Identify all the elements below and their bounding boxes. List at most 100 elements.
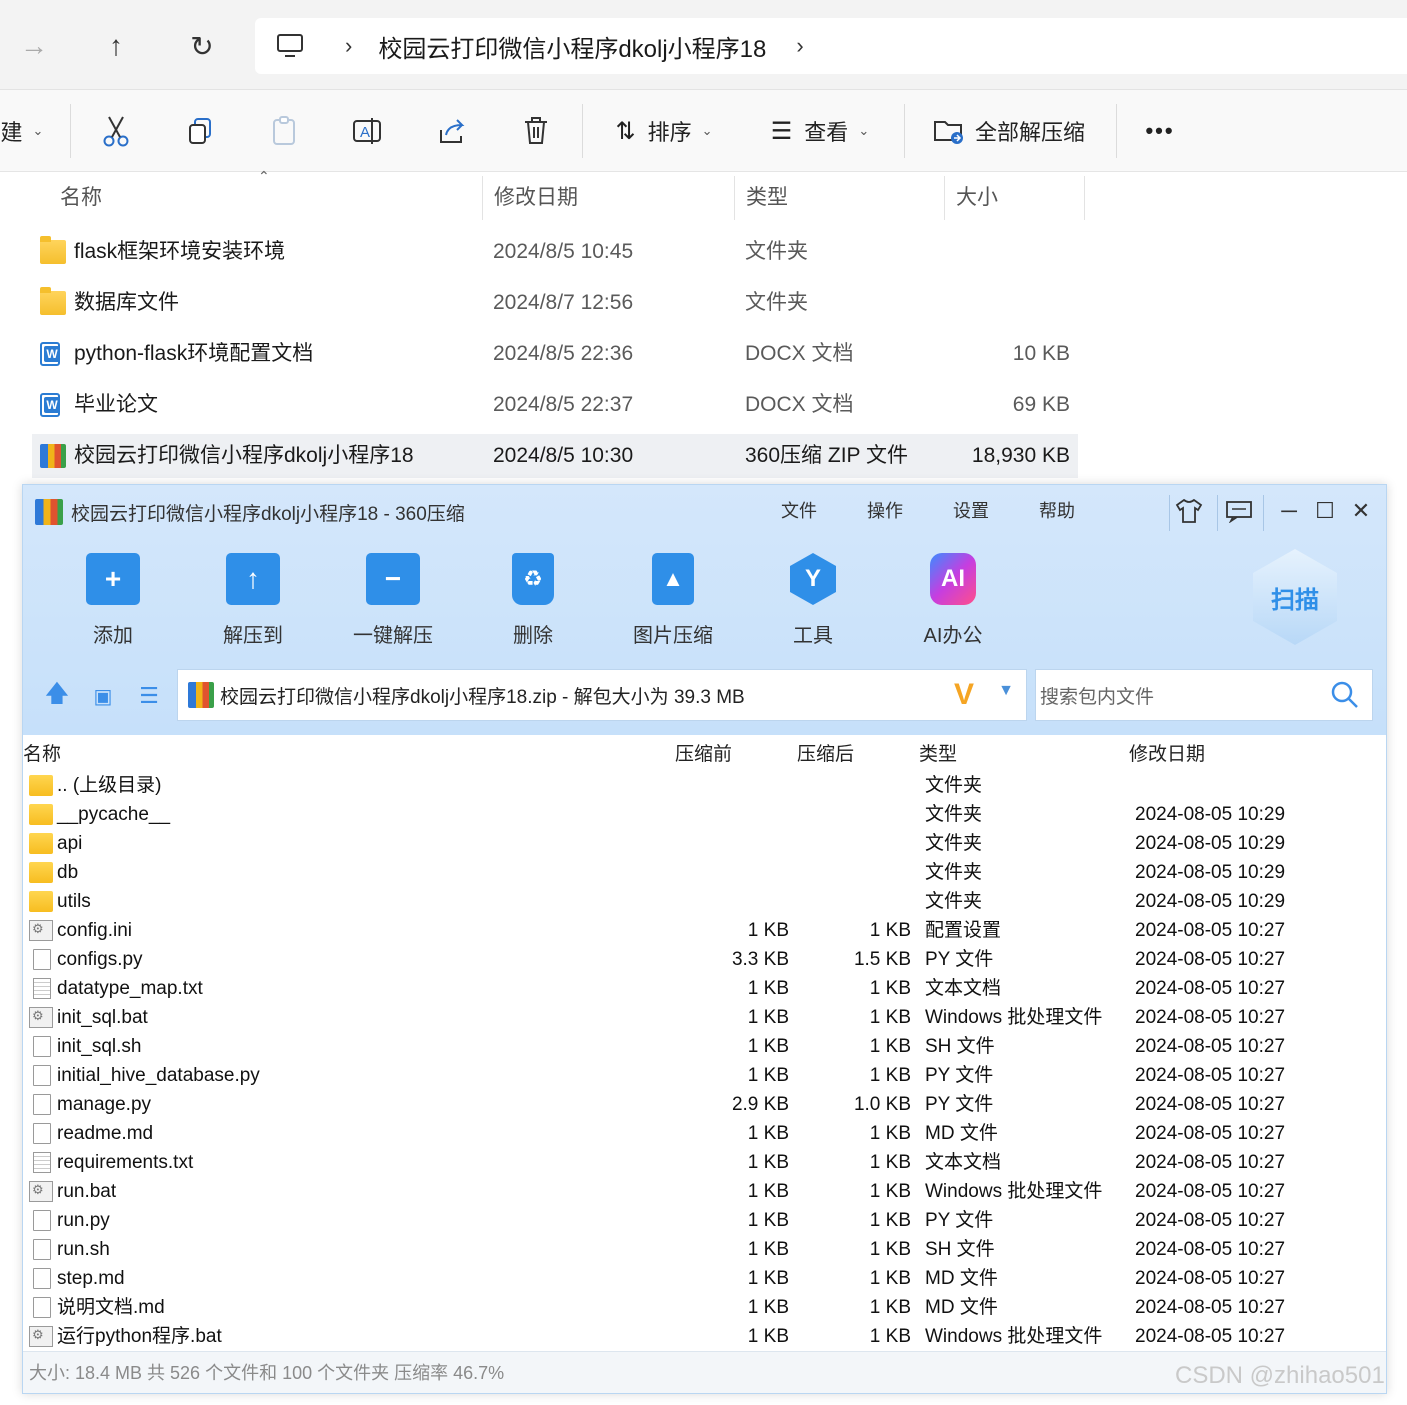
column-name[interactable]: 名称 bbox=[60, 172, 102, 220]
archive-row[interactable]: configs.py 3.3 KB 1.5 KB PY 文件 2024-08-05 10… bbox=[23, 945, 1386, 974]
one-click-extract-button[interactable]: − 一键解压 bbox=[333, 553, 453, 649]
archive-row[interactable]: readme.md 1 KB 1 KB MD 文件 2024-08-05 10:27 bbox=[23, 1119, 1386, 1148]
column-divider[interactable] bbox=[482, 176, 483, 220]
archive-row[interactable]: datatype_map.txt 1 KB 1 KB 文本文档 2024-08-05 1… bbox=[23, 974, 1386, 1003]
feedback-button[interactable] bbox=[1221, 493, 1257, 529]
archive-row[interactable]: db 文件夹 2024-08-05 10:29 bbox=[23, 858, 1386, 887]
column-type[interactable]: 类型 bbox=[746, 172, 788, 220]
file-name: 毕业论文 bbox=[74, 393, 158, 416]
archive-row[interactable]: 运行python程序.bat 1 KB 1 KB Windows 批处理文件 2024-… bbox=[23, 1322, 1386, 1351]
copy-button[interactable] bbox=[178, 108, 222, 154]
column-after[interactable]: 压缩后 bbox=[797, 739, 854, 766]
breadcrumb-folder[interactable]: 校园云打印微信小程序dkolj小程序18 bbox=[378, 29, 766, 64]
refresh-button[interactable]: ↻ bbox=[178, 22, 226, 70]
search-icon[interactable] bbox=[1330, 680, 1360, 710]
archive-name: datatype_map.txt bbox=[57, 978, 203, 999]
rename-button[interactable]: A bbox=[346, 108, 390, 154]
file-row[interactable]: python-flask环境配置文档 2024/8/5 22:36 DOCX 文… bbox=[32, 332, 1078, 376]
archive-type: Windows 批处理文件 bbox=[925, 1181, 1103, 1202]
minimize-button[interactable]: ─ bbox=[1271, 493, 1307, 529]
column-size[interactable]: 大小 bbox=[956, 172, 998, 220]
archive-row[interactable]: run.bat 1 KB 1 KB Windows 批处理文件 2024-08-05 1… bbox=[23, 1177, 1386, 1206]
up-button[interactable]: ↑ bbox=[92, 22, 140, 70]
archive-modified: 2024-08-05 10:27 bbox=[1135, 1123, 1286, 1144]
tools-button[interactable]: Y 工具 bbox=[753, 553, 873, 649]
archive-path-field[interactable]: 校园云打印微信小程序dkolj小程序18.zip - 解包大小为 39.3 MB… bbox=[177, 669, 1027, 721]
search-input[interactable]: 搜索包内文件 bbox=[1035, 669, 1373, 721]
archive-row[interactable]: init_sql.bat 1 KB 1 KB Windows 批处理文件 2024-08… bbox=[23, 1003, 1386, 1032]
chevron-right-icon[interactable]: › bbox=[345, 33, 352, 59]
sort-button[interactable]: ⇅ 排序 ⌄ bbox=[608, 108, 720, 154]
archive-name: __pycache__ bbox=[57, 804, 171, 825]
image-compress-icon: ▲ bbox=[652, 553, 694, 605]
more-options-button[interactable]: ••• bbox=[1138, 108, 1182, 154]
archive-type: PY 文件 bbox=[925, 1210, 994, 1231]
column-divider[interactable] bbox=[944, 176, 945, 220]
archive-row[interactable]: utils 文件夹 2024-08-05 10:29 bbox=[23, 887, 1386, 916]
new-button[interactable]: 建 ⌄ bbox=[0, 108, 44, 154]
column-divider[interactable] bbox=[734, 176, 735, 220]
menu-file[interactable]: 文件 bbox=[781, 497, 817, 523]
archive-row[interactable]: init_sql.sh 1 KB 1 KB SH 文件 2024-08-05 10:27 bbox=[23, 1032, 1386, 1061]
divider bbox=[1116, 104, 1117, 158]
new-label: 建 bbox=[0, 120, 23, 145]
column-modified[interactable]: 修改日期 bbox=[494, 172, 578, 220]
share-button[interactable] bbox=[430, 108, 474, 154]
close-button[interactable]: ✕ bbox=[1343, 493, 1379, 529]
menu-settings[interactable]: 设置 bbox=[953, 497, 989, 523]
column-modified[interactable]: 修改日期 bbox=[1129, 739, 1205, 766]
maximize-button[interactable]: ☐ bbox=[1307, 493, 1343, 529]
add-icon: + bbox=[86, 553, 140, 605]
archive-row[interactable]: step.md 1 KB 1 KB MD 文件 2024-08-05 10:27 bbox=[23, 1264, 1386, 1293]
archive-name: initial_hive_database.py bbox=[57, 1065, 260, 1086]
archive-name: requirements.txt bbox=[57, 1152, 194, 1173]
extract-to-button[interactable]: ↑ 解压到 bbox=[193, 553, 313, 649]
file-row-selected[interactable]: 校园云打印微信小程序dkolj小程序18 2024/8/5 10:30 360压… bbox=[32, 434, 1078, 478]
archive-row[interactable]: run.sh 1 KB 1 KB SH 文件 2024-08-05 10:27 bbox=[23, 1235, 1386, 1264]
archive-name: 运行python程序.bat bbox=[57, 1326, 222, 1347]
archive-row[interactable]: initial_hive_database.py 1 KB 1 KB PY 文件 202… bbox=[23, 1061, 1386, 1090]
file-modified: 2024/8/5 10:45 bbox=[493, 240, 634, 263]
address-box[interactable]: › 校园云打印微信小程序dkolj小程序18 › bbox=[255, 18, 1407, 74]
archive-row[interactable]: .. (上级目录) 文件夹 bbox=[23, 771, 1386, 800]
column-name[interactable]: 名称 bbox=[23, 739, 61, 766]
scan-button[interactable]: 扫描 bbox=[1253, 549, 1337, 645]
skin-button[interactable] bbox=[1171, 493, 1207, 529]
file-row[interactable]: 毕业论文 2024/8/5 22:37 DOCX 文档 69 KB bbox=[32, 383, 1078, 427]
menu-help[interactable]: 帮助 bbox=[1039, 497, 1075, 523]
word-doc-icon bbox=[40, 393, 60, 417]
archive-row[interactable]: run.py 1 KB 1 KB PY 文件 2024-08-05 10:27 bbox=[23, 1206, 1386, 1235]
archive-row[interactable]: __pycache__ 文件夹 2024-08-05 10:29 bbox=[23, 800, 1386, 829]
archive-row[interactable]: 说明文档.md 1 KB 1 KB MD 文件 2024-08-05 10:27 bbox=[23, 1293, 1386, 1322]
add-button[interactable]: + 添加 bbox=[53, 553, 173, 649]
list-view-icon[interactable]: ☰ bbox=[135, 683, 163, 709]
thumbnail-view-icon[interactable]: ▣ bbox=[89, 683, 117, 709]
forward-button[interactable]: → bbox=[10, 22, 58, 70]
archive-size-before: 1 KB bbox=[747, 1065, 789, 1086]
image-compress-button[interactable]: ▲ 图片压缩 bbox=[613, 553, 733, 649]
delete-button[interactable] bbox=[514, 108, 558, 154]
archive-row[interactable]: manage.py 2.9 KB 1.0 KB PY 文件 2024-08-05 10:… bbox=[23, 1090, 1386, 1119]
cut-button[interactable] bbox=[94, 108, 138, 154]
archive-size-after: 1 KB bbox=[869, 1239, 911, 1260]
divider bbox=[904, 104, 905, 158]
file-row[interactable]: flask框架环境安装环境 2024/8/5 10:45 文件夹 bbox=[32, 230, 1078, 274]
chevron-right-icon[interactable]: › bbox=[796, 33, 803, 59]
extract-all-button[interactable]: 全部解压缩 bbox=[932, 108, 1086, 154]
paste-button[interactable] bbox=[262, 108, 306, 154]
delete-button[interactable]: ♻ 删除 bbox=[473, 553, 593, 649]
menu-operate[interactable]: 操作 bbox=[867, 497, 903, 523]
column-divider[interactable] bbox=[1084, 176, 1085, 220]
up-level-icon[interactable]: 🡅 bbox=[43, 680, 71, 709]
archive-row[interactable]: config.ini 1 KB 1 KB 配置设置 2024-08-05 10:27 bbox=[23, 916, 1386, 945]
message-icon bbox=[1226, 501, 1252, 523]
view-button[interactable]: ☰ 查看 ⌄ bbox=[764, 108, 876, 154]
archive-row[interactable]: requirements.txt 1 KB 1 KB 文本文档 2024-08-05 1… bbox=[23, 1148, 1386, 1177]
dropdown-arrow-icon[interactable]: ▼ bbox=[998, 682, 1014, 700]
archive-row[interactable]: api 文件夹 2024-08-05 10:29 bbox=[23, 829, 1386, 858]
ai-office-button[interactable]: AI AI办公 bbox=[893, 553, 1013, 649]
column-type[interactable]: 类型 bbox=[919, 739, 957, 766]
one-click-extract-label: 一键解压 bbox=[353, 625, 433, 647]
file-row[interactable]: 数据库文件 2024/8/7 12:56 文件夹 bbox=[32, 281, 1078, 325]
column-before[interactable]: 压缩前 bbox=[675, 739, 732, 766]
